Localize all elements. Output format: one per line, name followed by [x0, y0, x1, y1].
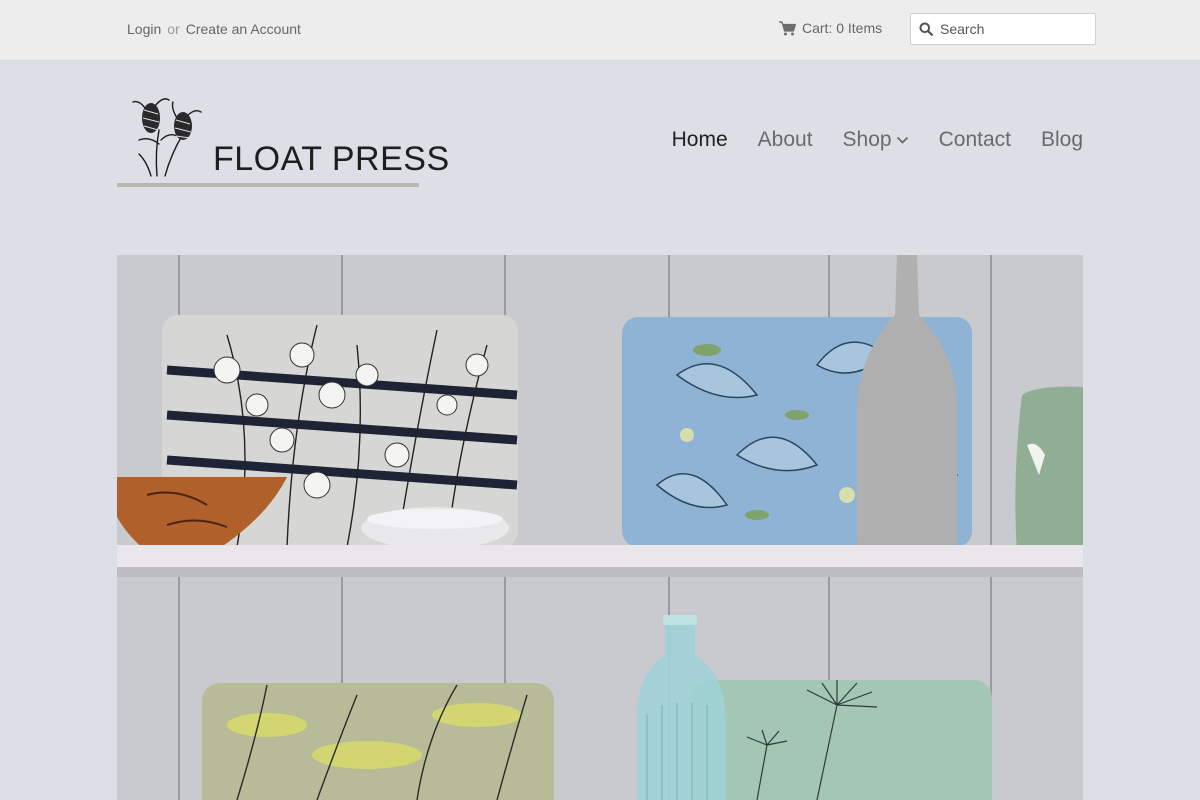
nav-shop-label: Shop: [842, 128, 892, 151]
search-input[interactable]: [938, 20, 1092, 38]
top-bar: Login or Create an Account Cart: 0 Items: [0, 0, 1200, 61]
site-logo[interactable]: FLOAT PRESS: [117, 90, 449, 188]
nav-shop[interactable]: Shop: [843, 128, 909, 152]
search-box[interactable]: [910, 13, 1096, 45]
or-separator: or: [167, 21, 180, 37]
nav-home[interactable]: Home: [672, 128, 728, 152]
nav-blog[interactable]: Blog: [1041, 128, 1083, 152]
nav-contact[interactable]: Contact: [939, 128, 1011, 152]
shopping-cart-icon: [779, 20, 796, 35]
main-nav: Home About Shop Contact Blog: [672, 128, 1083, 152]
nav-about[interactable]: About: [758, 128, 813, 152]
cart-link[interactable]: Cart: 0 Items: [779, 20, 882, 36]
create-account-link[interactable]: Create an Account: [186, 21, 301, 37]
hero-shelf-photo: [117, 255, 1083, 800]
login-link[interactable]: Login: [127, 21, 161, 37]
logo-text: FLOAT PRESS: [213, 140, 450, 178]
search-icon: [919, 22, 933, 36]
cart-label: Cart: 0 Items: [802, 20, 883, 36]
chevron-down-icon: [896, 136, 908, 144]
account-links: Login or Create an Account: [127, 21, 301, 37]
logo-underline: [117, 183, 419, 187]
hero-image: [117, 255, 1083, 800]
teasel-plant-logo: [132, 98, 202, 177]
